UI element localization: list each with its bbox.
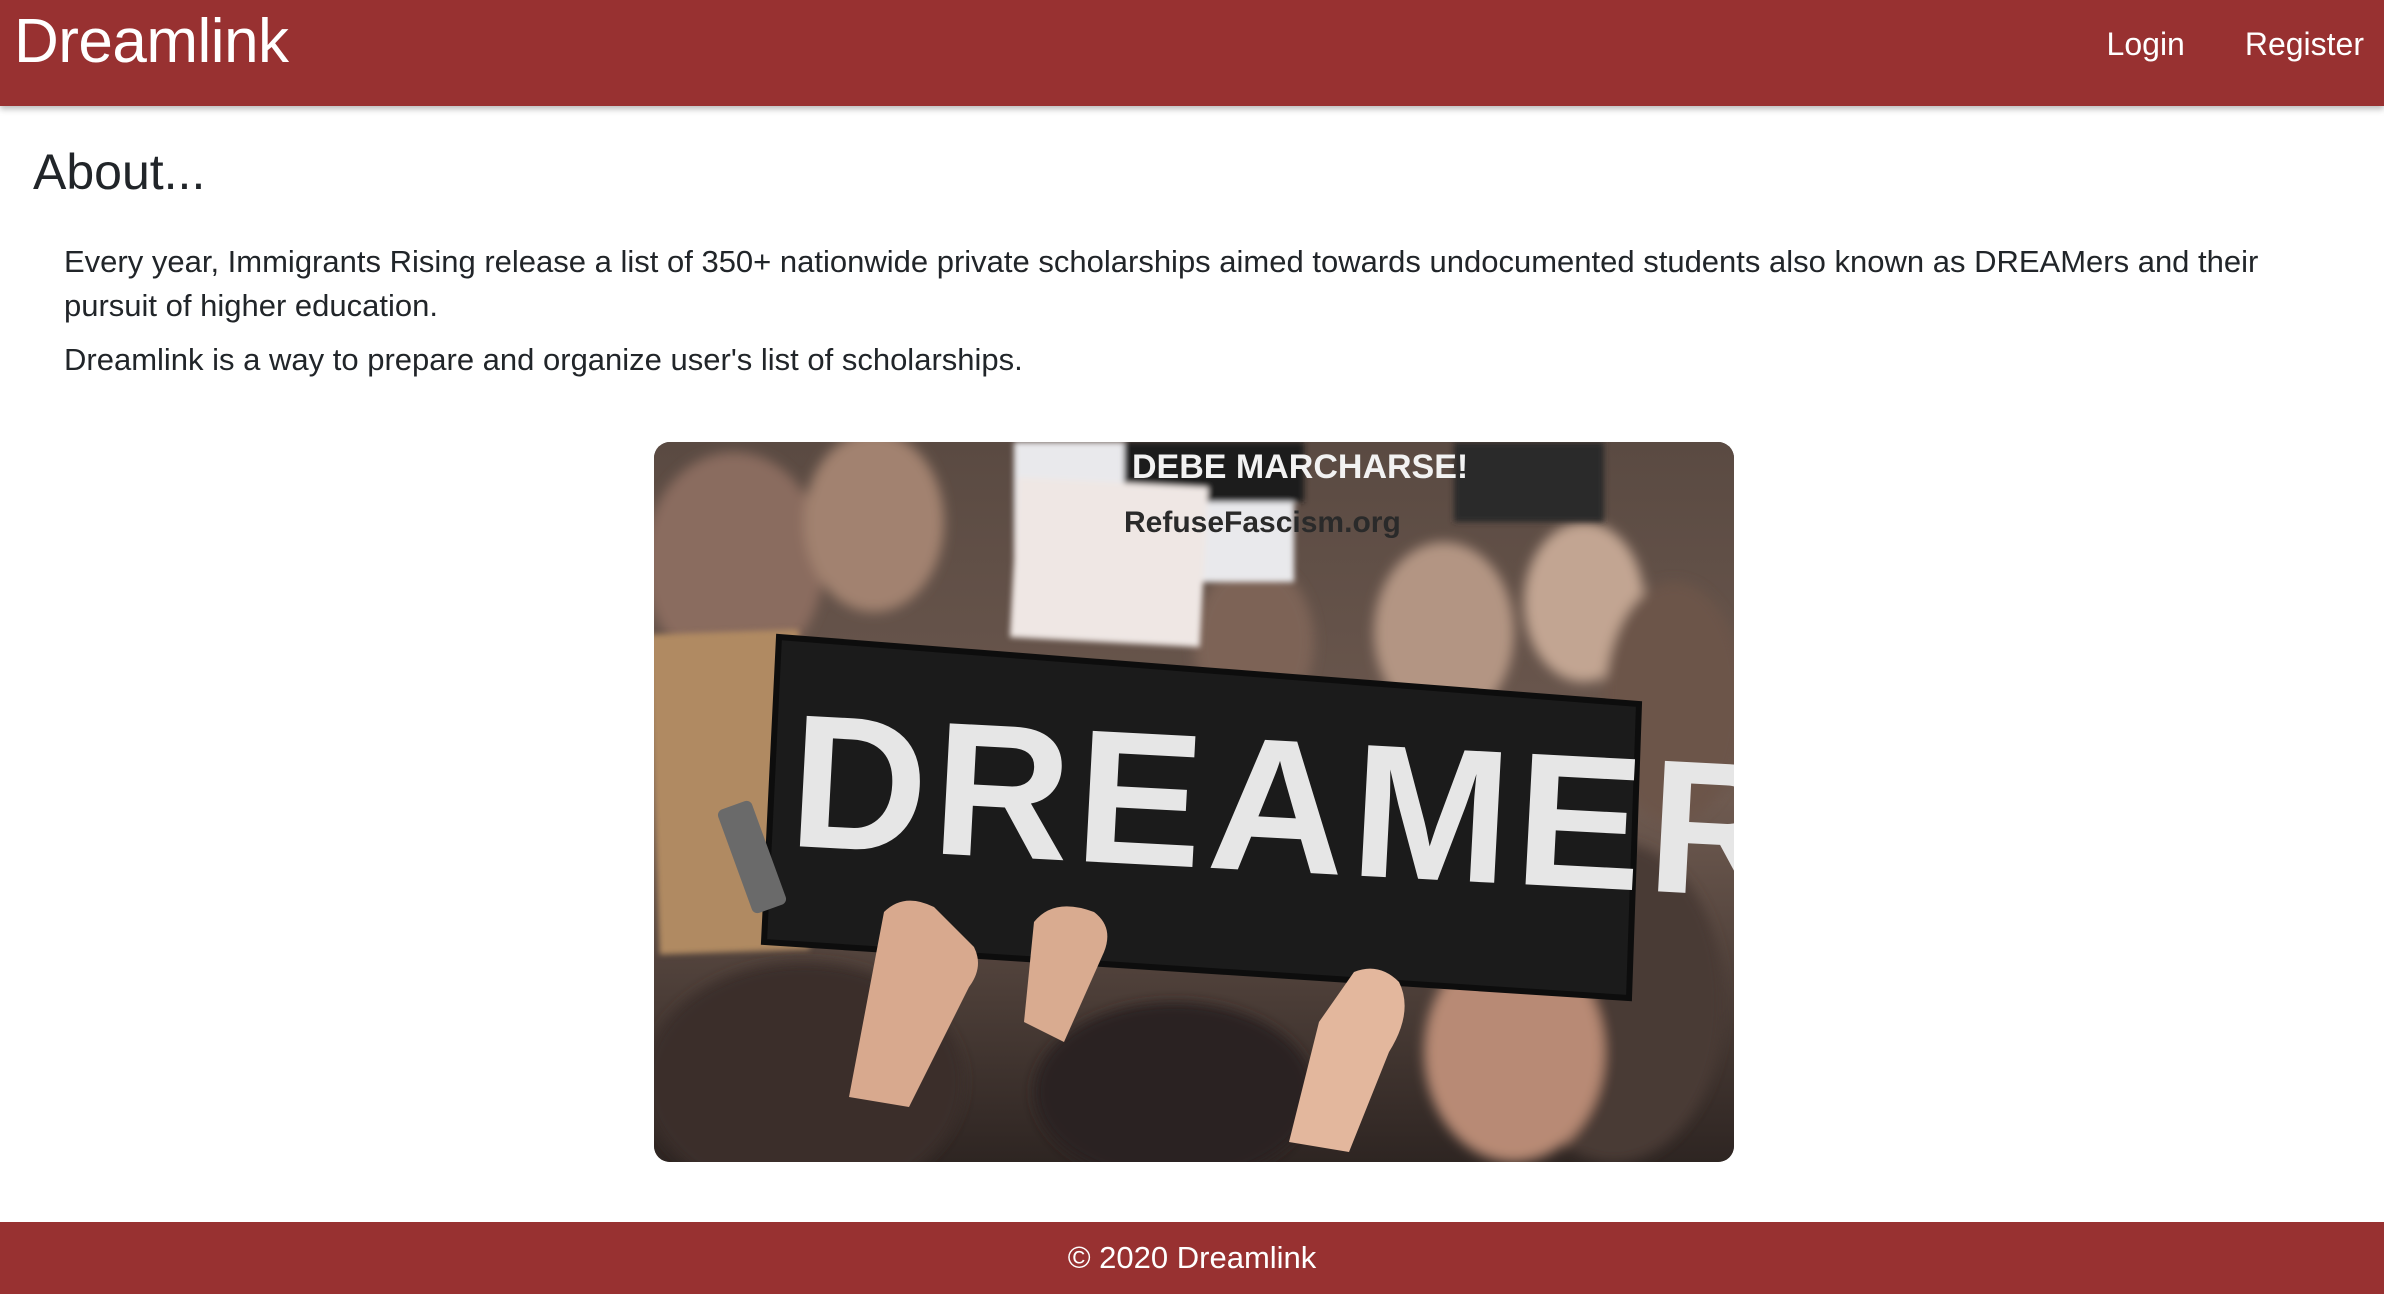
register-link[interactable]: Register (2245, 24, 2364, 64)
login-link[interactable]: Login (2107, 24, 2185, 64)
dreamer-protest-photo: DEBE MARCHARSE! RefuseFascism.org DREAME… (654, 442, 1734, 1162)
top-navbar: Dreamlink Login Register (0, 0, 2384, 106)
footer-copyright: © 2020 Dreamlink (1067, 1240, 1317, 1275)
page-title: About... (33, 144, 206, 200)
brand-logo[interactable]: Dreamlink (14, 6, 289, 78)
about-paragraph-purpose: Dreamlink is a way to prepare and organi… (64, 342, 1023, 377)
about-description: Every year, Immigrants Rising release a … (64, 240, 2304, 392)
background-sign-text-1: DEBE MARCHARSE! (1132, 448, 1468, 486)
about-paragraph-scholarships: Every year, Immigrants Rising release a … (64, 244, 2259, 323)
background-sign-text-2: RefuseFascism.org (1124, 506, 1401, 539)
protest-photo-illustration: DEBE MARCHARSE! RefuseFascism.org DREAME… (654, 442, 1734, 1162)
nav-links: Login Register (2107, 24, 2364, 64)
page-footer: © 2020 Dreamlink (0, 1222, 2384, 1294)
